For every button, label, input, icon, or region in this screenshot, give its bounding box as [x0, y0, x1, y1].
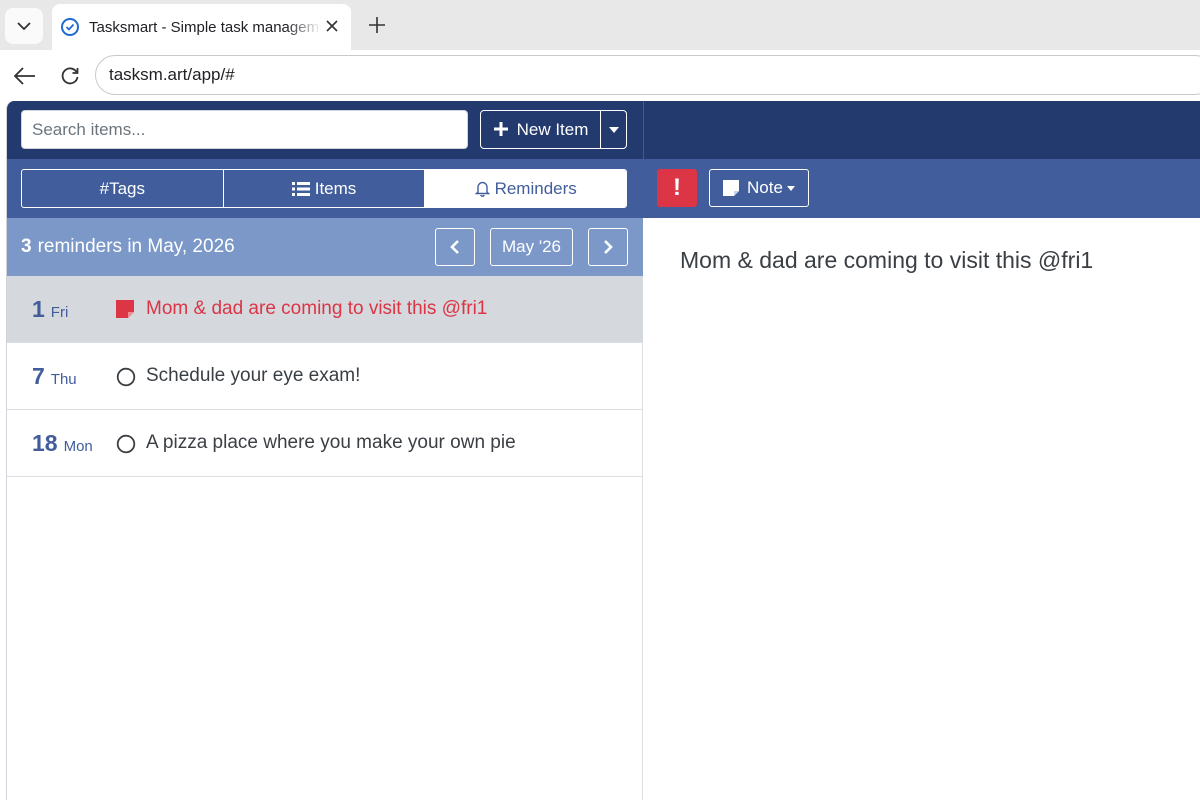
month-title-label: reminders in May, 2026 — [37, 236, 235, 257]
tab-tags-label: #Tags — [99, 178, 146, 198]
browser-tabstrip: Tasksmart - Simple task management — [0, 0, 1200, 50]
item-type-label: Note — [747, 178, 783, 197]
tab-reminders-label: Reminders — [494, 178, 577, 198]
new-item-label: New Item — [516, 119, 589, 139]
tab-search-button[interactable] — [5, 8, 43, 44]
month-header: 3 reminders in May, 2026 May '26 — [7, 218, 643, 276]
list-item[interactable]: 7 Thu Schedule your eye exam! — [7, 343, 643, 410]
browser-tab-title: Tasksmart - Simple task management — [89, 18, 321, 36]
plus-icon — [369, 17, 385, 33]
item-detail-text[interactable]: Mom & dad are coming to visit this @fri1 — [680, 247, 1093, 274]
reminder-day: 18 — [32, 429, 58, 456]
reload-icon — [61, 67, 79, 85]
bell-icon — [474, 180, 490, 197]
detail-toolbar: ! Note — [643, 159, 1200, 218]
new-item-dropdown-toggle[interactable] — [601, 111, 626, 148]
note-icon — [116, 300, 136, 320]
exclamation-icon: ! — [673, 174, 681, 201]
reminder-weekday: Thu — [50, 370, 77, 388]
reminder-date: 7 Thu — [32, 363, 77, 390]
reminder-day: 1 — [32, 295, 45, 322]
current-month-button[interactable]: May '26 — [490, 228, 573, 266]
item-type-dropdown[interactable]: Note — [709, 169, 809, 207]
tab-items-label: Items — [314, 178, 357, 198]
chevron-right-icon — [604, 240, 613, 254]
reminder-text: Mom & dad are coming to visit this @fri1 — [146, 298, 488, 319]
priority-button[interactable]: ! — [657, 169, 697, 207]
url-text: tasksm.art/app/# — [109, 65, 235, 84]
reminder-weekday: Fri — [50, 303, 69, 321]
reminder-date: 1 Fri — [32, 296, 68, 323]
reminder-day: 7 — [32, 362, 45, 389]
browser-toolbar: tasksm.art/app/# — [0, 50, 1200, 100]
top-toolbar: New Item — [7, 101, 643, 159]
view-tabs: #Tags Items Reminders — [21, 169, 627, 208]
back-button[interactable] — [12, 63, 38, 89]
detail-pane: ! Note Mom & dad are coming to visit thi… — [643, 101, 1200, 800]
chevron-down-icon — [17, 21, 31, 30]
list-item[interactable]: 1 Fri Mom & dad are coming to visit this… — [7, 276, 643, 343]
new-item-button-group: New Item — [480, 110, 627, 149]
reminder-count: 3 — [21, 236, 32, 257]
reload-button[interactable] — [57, 63, 83, 89]
prev-month-button[interactable] — [435, 228, 475, 266]
circle-icon[interactable] — [116, 434, 136, 454]
current-month-label: May '26 — [502, 237, 561, 256]
plus-icon — [493, 118, 509, 142]
new-item-button[interactable]: New Item — [481, 111, 601, 148]
arrow-left-icon — [14, 67, 35, 85]
caret-down-icon — [608, 126, 619, 133]
reminder-text: Schedule your eye exam! — [146, 365, 361, 386]
list-icon — [291, 181, 310, 196]
search-input[interactable] — [21, 110, 468, 149]
address-bar[interactable]: tasksm.art/app/# — [95, 55, 1200, 95]
list-item[interactable]: 18 Mon A pizza place where you make your… — [7, 410, 643, 477]
reminder-weekday: Mon — [63, 437, 93, 455]
circle-icon[interactable] — [116, 367, 136, 387]
month-title: 3 reminders in May, 2026 — [21, 218, 235, 276]
tab-reminders[interactable]: Reminders — [425, 170, 626, 207]
note-icon — [723, 180, 740, 196]
tasksmart-favicon-icon — [61, 18, 79, 36]
reminder-date: 18 Mon — [32, 430, 93, 457]
chevron-left-icon — [450, 240, 459, 254]
next-month-button[interactable] — [588, 228, 628, 266]
detail-top-bar — [643, 101, 1200, 159]
caret-down-icon — [786, 185, 795, 191]
reminder-list: 1 Fri Mom & dad are coming to visit this… — [7, 276, 643, 477]
reminder-text: A pizza place where you make your own pi… — [146, 432, 516, 453]
tab-items[interactable]: Items — [224, 170, 426, 207]
browser-tab-active[interactable]: Tasksmart - Simple task management — [52, 4, 351, 50]
view-tabs-bar: #Tags Items Reminders — [7, 159, 643, 218]
tab-tags[interactable]: #Tags — [22, 170, 224, 207]
tasksmart-app: New Item #Tags — [6, 101, 1200, 800]
new-tab-button[interactable] — [362, 10, 392, 40]
left-pane: New Item #Tags — [7, 101, 643, 800]
close-icon[interactable] — [321, 15, 343, 37]
